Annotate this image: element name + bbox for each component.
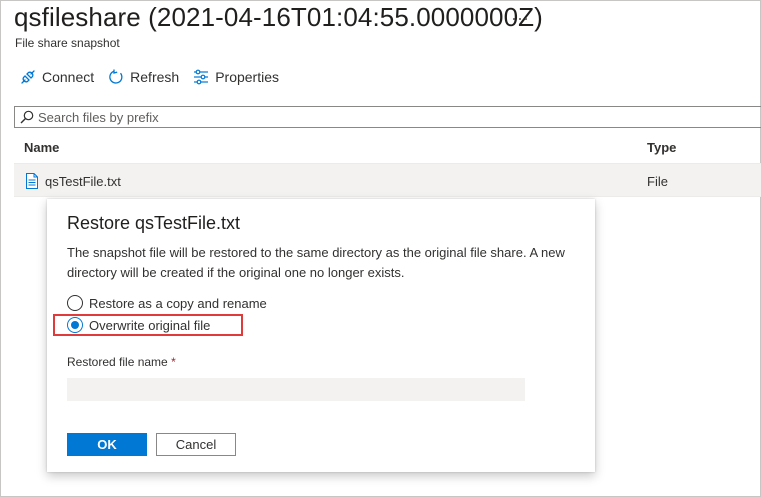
overwrite-original-radio[interactable]: Overwrite original file [67, 317, 210, 333]
properties-button[interactable]: Properties [193, 69, 279, 85]
page-subtitle: File share snapshot [15, 36, 120, 50]
column-header-name[interactable]: Name [24, 140, 59, 155]
text-file-icon [26, 173, 38, 189]
connect-button[interactable]: Connect [20, 69, 94, 85]
plug-icon [21, 70, 35, 84]
radio-circle-selected[interactable] [67, 317, 83, 333]
more-options-icon[interactable]: ··· [511, 8, 529, 29]
search-box[interactable] [14, 106, 761, 128]
command-bar: Connect Refresh Properties [20, 66, 293, 88]
radio-circle[interactable] [67, 295, 83, 311]
page-title: qsfileshare (2021-04-16T01:04:55.0000000… [14, 2, 543, 32]
restored-file-name-label: Restored file name * [67, 355, 176, 369]
search-input[interactable] [38, 109, 688, 125]
table-row[interactable]: qsTestFile.txt File [14, 164, 761, 197]
cancel-button[interactable]: Cancel [156, 433, 236, 456]
ok-button[interactable]: OK [67, 433, 147, 456]
connect-label: Connect [42, 69, 95, 85]
refresh-button[interactable]: Refresh [108, 69, 179, 85]
file-type: File [647, 174, 668, 189]
overwrite-original-label: Overwrite original file [89, 317, 211, 333]
properties-label: Properties [215, 69, 279, 85]
restore-copy-label: Restore as a copy and rename [89, 295, 267, 311]
dialog-description: The snapshot file will be restored to th… [67, 245, 565, 280]
file-name: qsTestFile.txt [45, 173, 121, 189]
dialog-title: Restore qsTestFile.txt [67, 213, 241, 233]
file-name-cell: qsTestFile.txt [25, 173, 121, 189]
field-label-text: Restored file name [67, 355, 168, 369]
restore-copy-radio[interactable]: Restore as a copy and rename [67, 295, 267, 311]
column-header-type[interactable]: Type [647, 140, 676, 155]
refresh-label: Refresh [130, 69, 180, 85]
search-icon [20, 110, 34, 124]
required-indicator: * [171, 355, 176, 369]
refresh-icon [109, 69, 123, 84]
restored-file-name-field[interactable] [67, 378, 525, 401]
restore-dialog: Restore qsTestFile.txt The snapshot file… [47, 199, 595, 472]
properties-sliders-icon [194, 69, 209, 85]
